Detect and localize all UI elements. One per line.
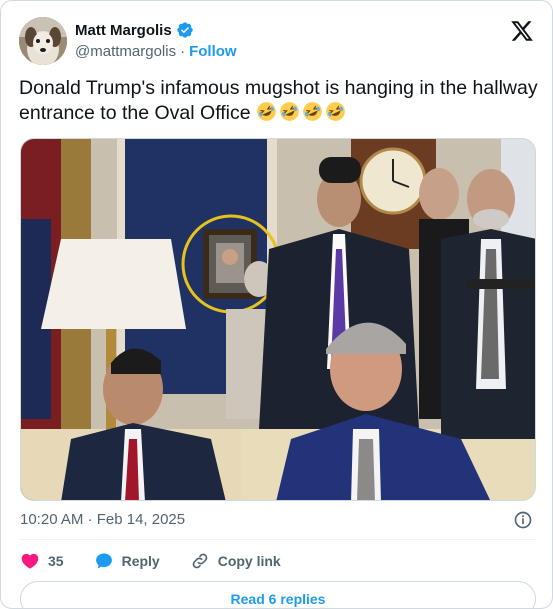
author-display-name[interactable]: Matt Margolis xyxy=(75,22,172,39)
verified-badge-icon xyxy=(177,22,193,38)
reply-button[interactable]: Reply xyxy=(94,551,160,571)
reply-label: Reply xyxy=(121,553,160,569)
rolling-laughing-emoji-icon xyxy=(280,102,299,121)
info-icon[interactable] xyxy=(513,510,533,530)
separator-dot: · xyxy=(180,43,186,60)
like-button[interactable]: 35 xyxy=(20,551,64,571)
avatar[interactable] xyxy=(19,17,67,65)
rolling-laughing-emoji-icon xyxy=(257,102,276,121)
read-replies-button[interactable]: Read 6 replies xyxy=(20,581,536,608)
action-bar: 35 Reply Copy link xyxy=(20,550,311,572)
divider xyxy=(20,539,536,540)
tweet-header: Matt Margolis @mattmargolis · Follow xyxy=(19,17,536,65)
x-logo-icon[interactable] xyxy=(510,19,534,43)
like-count: 35 xyxy=(48,553,64,569)
tweet-timestamp[interactable]: 10:20 AM · Feb 14, 2025 xyxy=(20,511,185,528)
tweet-card: Matt Margolis @mattmargolis · Follow Don… xyxy=(0,0,553,609)
tweet-photo[interactable] xyxy=(20,138,536,501)
emoji-group xyxy=(256,102,348,124)
rolling-laughing-emoji-icon xyxy=(303,102,322,121)
copy-link-button[interactable]: Copy link xyxy=(190,551,281,571)
link-icon xyxy=(192,553,208,569)
author-handle[interactable]: @mattmargolis xyxy=(75,43,176,60)
heart-icon xyxy=(21,553,39,569)
read-replies-label: Read 6 replies xyxy=(230,591,326,607)
tweet-text: Donald Trump's infamous mugshot is hangi… xyxy=(19,76,539,126)
avatar-dog-image xyxy=(19,17,67,65)
copy-link-label: Copy link xyxy=(217,553,281,569)
oval-office-photo xyxy=(21,139,535,500)
rolling-laughing-emoji-icon xyxy=(326,102,345,121)
follow-button[interactable]: Follow xyxy=(189,43,237,60)
reply-bubble-icon xyxy=(95,553,112,569)
